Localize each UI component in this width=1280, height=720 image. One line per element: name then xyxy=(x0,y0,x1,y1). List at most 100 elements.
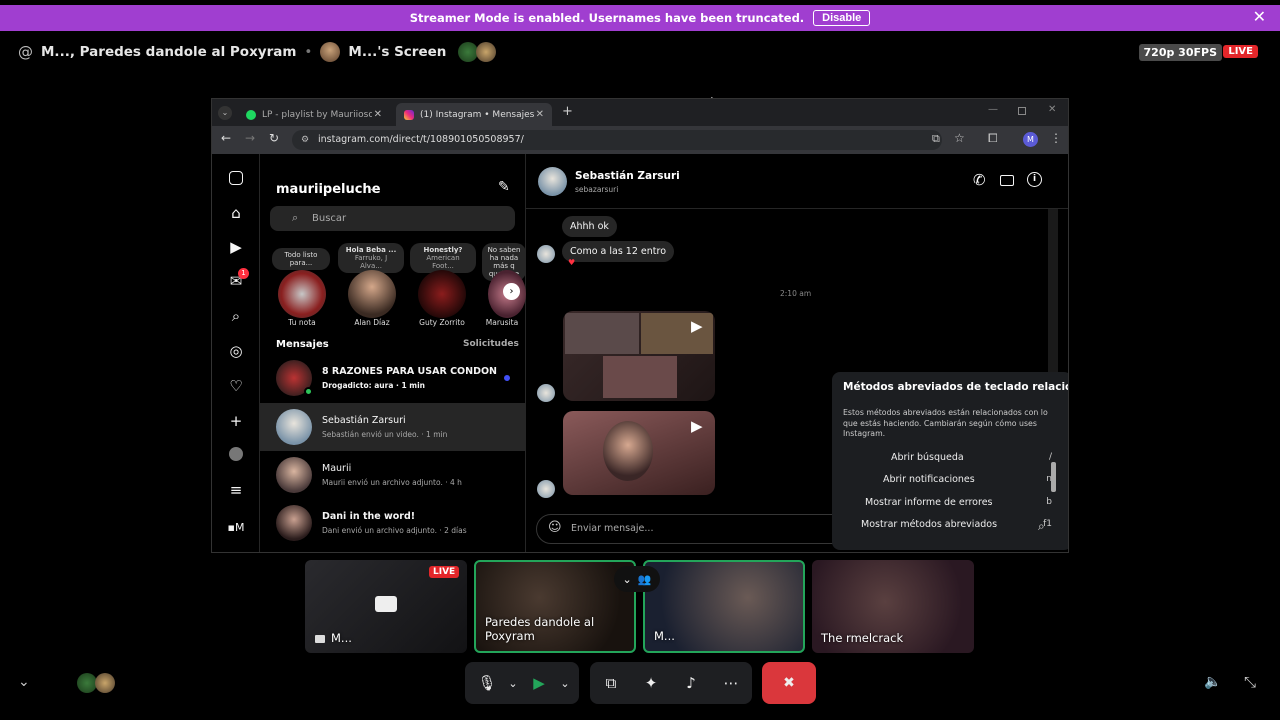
collapse-icon[interactable]: ⌄ xyxy=(18,674,30,690)
install-app-icon[interactable]: ⧉ xyxy=(932,132,940,146)
emoji-icon[interactable]: ☺ xyxy=(548,520,562,535)
chevron-down-icon[interactable]: ⌄ xyxy=(369,184,377,194)
home-icon[interactable]: ⌂ xyxy=(226,203,246,223)
more-icon[interactable]: ▪M xyxy=(226,518,246,538)
spotify-icon xyxy=(246,109,256,120)
streamer-avatar xyxy=(320,42,341,62)
back-icon[interactable]: ← xyxy=(221,131,231,145)
conversation-item[interactable]: Sebastián Zarsuri Sebastián envió un vid… xyxy=(260,403,526,451)
site-info-icon[interactable]: ⚙ xyxy=(301,135,309,145)
viewer-avatar xyxy=(95,673,115,693)
address-bar[interactable]: instagram.com/direct/t/108901050508957/ xyxy=(292,130,942,150)
note-bubble[interactable]: Todo listo para... xyxy=(272,248,330,270)
more-options-icon[interactable]: ⋯ xyxy=(711,662,751,704)
close-tab-icon[interactable]: ✕ xyxy=(374,109,382,120)
avatar xyxy=(276,505,312,541)
mic-control-group: 🎙 ⌄ ▶ ⌄ xyxy=(465,662,579,704)
participant-tile[interactable]: Paredes dandole al Poxyram xyxy=(474,560,636,653)
conversation-name: Dani in the word! xyxy=(322,511,416,522)
forward-icon[interactable]: → xyxy=(245,131,255,145)
tile-label: M... xyxy=(654,629,675,643)
browser-menu-icon[interactable]: ⋮ xyxy=(1050,131,1062,145)
video-message[interactable]: ▶ xyxy=(563,411,715,495)
instagram-logo-icon[interactable] xyxy=(226,170,246,190)
close-tab-icon[interactable]: ✕ xyxy=(536,109,544,120)
soundboard-icon[interactable]: ♪ xyxy=(671,662,711,704)
disable-streamer-mode-button[interactable]: Disable xyxy=(813,10,871,26)
participant-tile[interactable]: The rmelcrack xyxy=(812,560,974,653)
story-avatar[interactable] xyxy=(418,270,466,318)
banner-text: Streamer Mode is enabled. Usernames have… xyxy=(409,11,805,25)
note-text: Honestly? xyxy=(423,246,463,254)
story-label: Alan Díaz xyxy=(354,318,390,327)
reload-icon[interactable]: ↻ xyxy=(269,131,279,145)
monitor-icon xyxy=(315,635,325,643)
chevron-down-icon[interactable]: ⌄ xyxy=(504,662,522,704)
chevron-right-icon[interactable]: › xyxy=(503,283,520,300)
info-icon[interactable]: i xyxy=(1027,172,1042,187)
new-message-icon[interactable]: ✎ xyxy=(498,179,510,195)
people-icon: 👥 xyxy=(637,572,652,586)
viewer-avatar xyxy=(458,42,479,62)
tab-spotify[interactable]: LP - playlist by Mauriioso | Spo ✕ xyxy=(238,103,390,126)
note-bubble[interactable]: Honestly? American Foot... xyxy=(410,243,476,273)
note-bubble[interactable]: Hola Beba ... Farruko, J Alva... xyxy=(338,243,404,273)
story-avatar[interactable] xyxy=(278,270,326,318)
video-thumbnail xyxy=(603,421,653,481)
volume-icon[interactable]: 🔈 xyxy=(1204,674,1221,690)
maximize-icon[interactable] xyxy=(1018,107,1026,115)
shared-browser-window: ⌄ LP - playlist by Mauriioso | Spo ✕ (1)… xyxy=(211,98,1069,553)
close-icon[interactable]: ✕ xyxy=(1253,7,1266,26)
chat-avatar[interactable] xyxy=(538,167,567,196)
camera-icon[interactable]: ▶ xyxy=(522,662,556,704)
explore-icon[interactable]: ◎ xyxy=(226,341,246,361)
tab-list-icon[interactable]: ⌄ xyxy=(218,106,232,120)
video-call-icon[interactable] xyxy=(1000,175,1014,186)
minimize-icon[interactable]: — xyxy=(988,104,998,115)
search-icon: ⌕ xyxy=(292,211,299,224)
video-message[interactable]: ▶ xyxy=(563,311,715,401)
search-icon[interactable]: ⌕ xyxy=(226,306,246,326)
account-name[interactable]: mauriipeluche xyxy=(276,182,381,197)
create-icon[interactable]: + xyxy=(226,411,246,431)
video-thumbnail xyxy=(603,356,677,398)
conversation-preview: Sebastián envió un video. · 1 min xyxy=(322,430,448,439)
chevron-down-icon[interactable]: ⌄ xyxy=(556,662,574,704)
heart-icon[interactable]: ♡ xyxy=(226,376,246,396)
conversation-item[interactable]: 8 RAZONES PARA USAR CONDON Drogadicto: a… xyxy=(260,354,526,402)
activities-icon[interactable]: ✦ xyxy=(631,662,671,704)
screen-share-icon[interactable]: ⧉ xyxy=(591,662,631,704)
participant-tile[interactable]: M... xyxy=(643,560,805,653)
extensions-icon[interactable]: ⧠ xyxy=(988,131,998,146)
activity-control-group: ⧉ ✦ ♪ ⋯ xyxy=(590,662,752,704)
conversation-item[interactable]: Maurii Maurii envió un archivo adjunto. … xyxy=(260,451,526,499)
profile-avatar[interactable]: M xyxy=(1023,132,1038,147)
exit-fullscreen-icon[interactable]: ⤡ xyxy=(1244,673,1256,691)
phone-icon[interactable]: ✆ xyxy=(973,171,986,189)
resolution-badge: 720p 30FPS xyxy=(1138,44,1222,61)
requests-link[interactable]: Solicitudes xyxy=(463,339,519,349)
story-avatar[interactable] xyxy=(348,270,396,318)
profile-icon[interactable] xyxy=(226,446,246,466)
popup-scrollbar[interactable] xyxy=(1051,462,1056,492)
menu-icon[interactable]: ≡ xyxy=(226,480,246,500)
message-bubble: Ahhh ok xyxy=(562,216,617,237)
tab-instagram[interactable]: (1) Instagram • Mensajes ✕ xyxy=(396,103,552,126)
conversation-item[interactable]: Dani in the word! Dani envió un archivo … xyxy=(260,499,526,547)
shortcut-label: Abrir notificaciones xyxy=(883,474,975,485)
new-tab-icon[interactable]: + xyxy=(562,104,573,119)
participant-tile[interactable]: LIVE M... xyxy=(305,560,467,653)
popup-title: Métodos abreviados de teclado relacionad xyxy=(843,381,1068,393)
chat-name[interactable]: Sebastián Zarsuri xyxy=(575,170,680,182)
search-input[interactable]: Buscar xyxy=(270,206,515,231)
microphone-icon[interactable]: 🎙 xyxy=(470,662,504,704)
bookmark-star-icon[interactable]: ☆ xyxy=(954,131,965,145)
close-window-icon[interactable]: ✕ xyxy=(1048,104,1056,115)
zoom-icon[interactable]: ⌕ xyxy=(1038,519,1045,534)
reels-icon[interactable]: ▶ xyxy=(226,237,246,257)
viewer-avatar xyxy=(476,42,497,62)
participants-toggle[interactable]: ⌄ 👥 xyxy=(614,566,660,592)
disconnect-button[interactable]: ✖ xyxy=(762,662,816,704)
video-thumbnail xyxy=(565,313,639,354)
chat-handle: sebazarsuri xyxy=(575,185,619,194)
